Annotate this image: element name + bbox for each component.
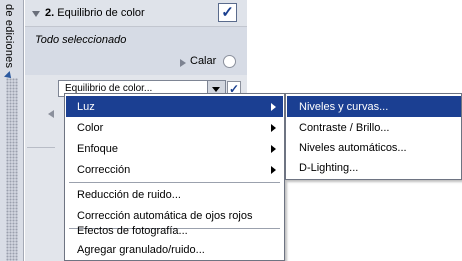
submenu-item-niveles-curvas[interactable]: Niveles y curvas... [287, 96, 461, 117]
menu-item-color[interactable]: Color [66, 117, 283, 138]
menu-item-label: Enfoque [77, 143, 118, 155]
step-title: 2. Equilibrio de color [45, 7, 145, 19]
submenu-arrow-icon [271, 145, 276, 153]
menu-item-luz[interactable]: Luz [66, 96, 283, 117]
back-arrow-icon[interactable] [48, 110, 54, 118]
adjustment-menu: Luz Color Enfoque Corrección Reducción d… [64, 93, 285, 261]
menu-item-label: Efectos de fotografía... [77, 225, 188, 237]
calar-radio[interactable] [223, 55, 236, 68]
menu-item-efectos[interactable]: Efectos de fotografía... [66, 220, 283, 241]
submenu-arrow-icon [271, 103, 276, 111]
calar-arrow-icon[interactable] [180, 59, 186, 67]
menu-item-label: Color [77, 122, 104, 134]
grip-handle[interactable] [6, 78, 18, 261]
submenu-item-niveles-automaticos[interactable]: Niveles automáticos... [287, 137, 461, 158]
submenu-item-d-lighting[interactable]: D-Lighting... [287, 157, 461, 178]
menu-item-granulado[interactable]: Agregar granulado/ruido... [66, 239, 283, 260]
calar-label: Calar [190, 55, 217, 67]
step-title-text: Equilibrio de color [57, 7, 145, 19]
menu-item-label: Corrección [77, 164, 131, 176]
luz-submenu: Niveles y curvas... Contraste / Brillo..… [285, 93, 462, 180]
selection-status: Todo seleccionado [35, 34, 127, 46]
side-tab-label: de ediciones [3, 4, 15, 69]
menu-item-label: Luz [77, 101, 95, 113]
menu-item-label: Agregar granulado/ruido... [77, 244, 205, 256]
submenu-arrow-icon [271, 166, 276, 174]
submenu-item-contraste-brillo[interactable]: Contraste / Brillo... [287, 117, 461, 138]
menu-item-reduccion-ruido[interactable]: Reducción de ruido... [66, 184, 283, 205]
menu-separator [69, 182, 280, 183]
side-tab-strip[interactable]: de ediciones [0, 0, 24, 261]
step-enable-checkbox[interactable]: ✓ [218, 3, 237, 22]
step-header[interactable]: 2. Equilibrio de color ✓ [25, 0, 247, 27]
step-number: 2. [45, 7, 55, 19]
menu-item-label: Reducción de ruido... [77, 189, 181, 201]
submenu-arrow-icon [271, 124, 276, 132]
selection-area: Todo seleccionado Calar [25, 27, 247, 75]
menu-item-enfoque[interactable]: Enfoque [66, 138, 283, 159]
menu-item-correccion[interactable]: Corrección [66, 159, 283, 180]
divider [27, 147, 55, 148]
collapse-triangle-icon[interactable] [32, 11, 40, 17]
